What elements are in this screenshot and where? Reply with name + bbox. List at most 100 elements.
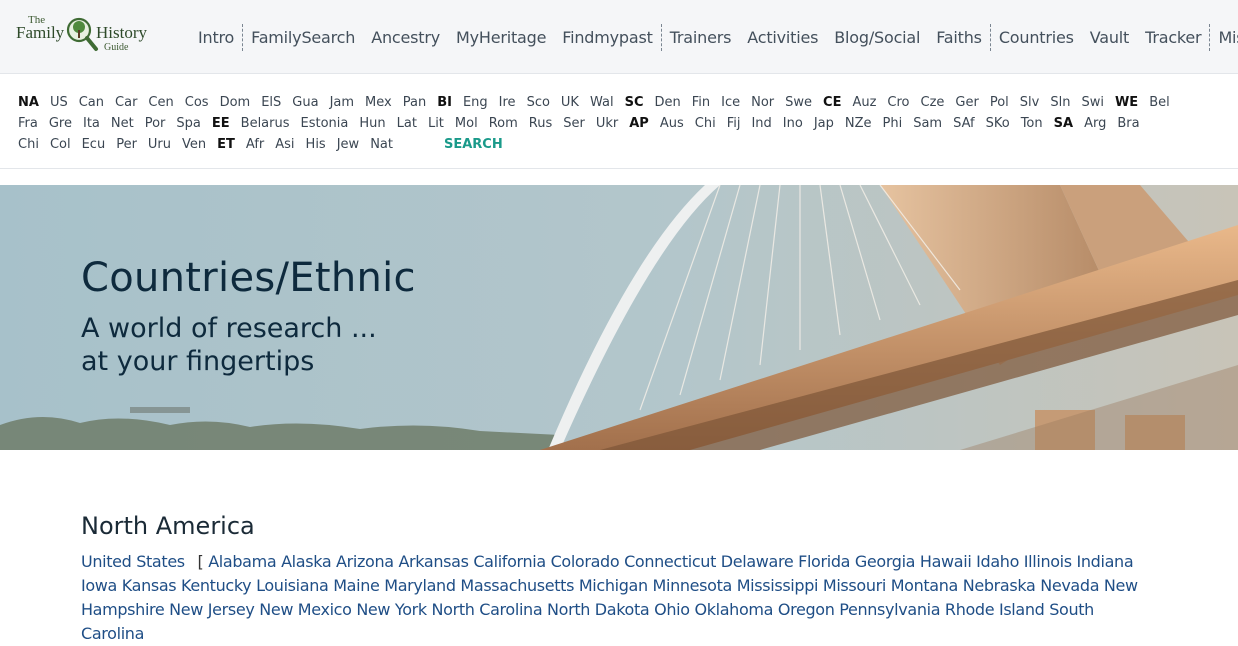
country-code-link-fin[interactable]: Fin bbox=[692, 95, 710, 110]
country-code-link-eng[interactable]: Eng bbox=[463, 95, 488, 110]
nav-item-activities[interactable]: Activities bbox=[739, 24, 826, 51]
state-link-ohio[interactable]: Ohio bbox=[654, 600, 690, 619]
state-link-connecticut[interactable]: Connecticut bbox=[624, 552, 716, 571]
country-code-link-gre[interactable]: Gre bbox=[49, 116, 72, 131]
state-link-montana[interactable]: Montana bbox=[891, 576, 959, 595]
country-code-link-hun[interactable]: Hun bbox=[359, 116, 385, 131]
country-code-link-pan[interactable]: Pan bbox=[403, 95, 426, 110]
country-code-link-cro[interactable]: Cro bbox=[887, 95, 909, 110]
country-code-link-arg[interactable]: Arg bbox=[1084, 116, 1106, 131]
country-code-link-phi[interactable]: Phi bbox=[883, 116, 903, 131]
country-code-link-jew[interactable]: Jew bbox=[337, 137, 359, 152]
country-code-link-sco[interactable]: Sco bbox=[527, 95, 550, 110]
country-code-link-rus[interactable]: Rus bbox=[529, 116, 552, 131]
country-code-link-sln[interactable]: Sln bbox=[1050, 95, 1070, 110]
region-link-sc[interactable]: SC bbox=[625, 95, 644, 110]
state-link-oklahoma[interactable]: Oklahoma bbox=[694, 600, 773, 619]
country-code-link-els[interactable]: ElS bbox=[261, 95, 281, 110]
country-code-link-cen[interactable]: Cen bbox=[148, 95, 173, 110]
state-link-new-york[interactable]: New York bbox=[356, 600, 427, 619]
country-code-link-fra[interactable]: Fra bbox=[18, 116, 38, 131]
country-code-link-jap[interactable]: Jap bbox=[814, 116, 834, 131]
country-code-link-col[interactable]: Col bbox=[50, 137, 71, 152]
nav-item-misc[interactable]: Misc. bbox=[1209, 23, 1238, 51]
region-link-sa[interactable]: SA bbox=[1054, 116, 1073, 131]
region-link-ee[interactable]: EE bbox=[212, 116, 230, 131]
state-link-california[interactable]: California bbox=[473, 552, 546, 571]
country-code-link-den[interactable]: Den bbox=[654, 95, 680, 110]
state-link-louisiana[interactable]: Louisiana bbox=[256, 576, 329, 595]
state-link-north-dakota[interactable]: North Dakota bbox=[547, 600, 650, 619]
country-code-link-us[interactable]: US bbox=[50, 95, 68, 110]
country-code-link-por[interactable]: Por bbox=[145, 116, 166, 131]
country-code-link-chi[interactable]: Chi bbox=[18, 137, 39, 152]
nav-item-ancestry[interactable]: Ancestry bbox=[363, 24, 448, 51]
country-code-link-nor[interactable]: Nor bbox=[751, 95, 774, 110]
country-code-link-ser[interactable]: Ser bbox=[563, 116, 585, 131]
state-link-nevada[interactable]: Nevada bbox=[1040, 576, 1099, 595]
country-code-link-uk[interactable]: UK bbox=[561, 95, 579, 110]
country-code-link-aus[interactable]: Aus bbox=[660, 116, 684, 131]
state-link-massachusetts[interactable]: Massachusetts bbox=[460, 576, 574, 595]
nav-item-vault[interactable]: Vault bbox=[1082, 24, 1137, 51]
country-code-link-lat[interactable]: Lat bbox=[397, 116, 417, 131]
country-code-link-auz[interactable]: Auz bbox=[852, 95, 876, 110]
country-code-link-nze[interactable]: NZe bbox=[845, 116, 872, 131]
country-code-link-cze[interactable]: Cze bbox=[921, 95, 945, 110]
country-code-link-ecu[interactable]: Ecu bbox=[82, 137, 106, 152]
nav-item-familysearch[interactable]: FamilySearch bbox=[242, 23, 363, 51]
country-code-link-saf[interactable]: SAf bbox=[953, 116, 975, 131]
nav-item-faiths[interactable]: Faiths bbox=[928, 24, 990, 51]
country-code-link-mex[interactable]: Mex bbox=[365, 95, 392, 110]
country-code-link-nat[interactable]: Nat bbox=[370, 137, 393, 152]
country-code-link-rom[interactable]: Rom bbox=[489, 116, 518, 131]
country-code-link-pol[interactable]: Pol bbox=[990, 95, 1009, 110]
country-code-link-asi[interactable]: Asi bbox=[275, 137, 294, 152]
state-link-arizona[interactable]: Arizona bbox=[336, 552, 394, 571]
country-code-link-fij[interactable]: Fij bbox=[727, 116, 741, 131]
nav-item-myheritage[interactable]: MyHeritage bbox=[448, 24, 554, 51]
state-link-maine[interactable]: Maine bbox=[333, 576, 380, 595]
region-link-we[interactable]: WE bbox=[1115, 95, 1138, 110]
country-code-link-his[interactable]: His bbox=[306, 137, 326, 152]
state-link-indiana[interactable]: Indiana bbox=[1077, 552, 1134, 571]
nav-item-intro[interactable]: Intro bbox=[190, 24, 242, 51]
state-link-new-jersey[interactable]: New Jersey bbox=[169, 600, 255, 619]
region-link-na[interactable]: NA bbox=[18, 95, 39, 110]
country-code-link-jam[interactable]: Jam bbox=[330, 95, 354, 110]
state-link-kentucky[interactable]: Kentucky bbox=[181, 576, 252, 595]
country-code-link-ice[interactable]: Ice bbox=[721, 95, 740, 110]
country-link-united-states[interactable]: United States bbox=[81, 552, 185, 571]
country-code-link-spa[interactable]: Spa bbox=[176, 116, 200, 131]
region-link-ce[interactable]: CE bbox=[823, 95, 841, 110]
state-link-nebraska[interactable]: Nebraska bbox=[963, 576, 1036, 595]
state-link-iowa[interactable]: Iowa bbox=[81, 576, 117, 595]
nav-item-countries[interactable]: Countries bbox=[989, 23, 1082, 51]
nav-item-tracker[interactable]: Tracker bbox=[1137, 24, 1209, 51]
country-code-link-can[interactable]: Can bbox=[79, 95, 104, 110]
country-code-link-per[interactable]: Per bbox=[116, 137, 137, 152]
state-link-alaska[interactable]: Alaska bbox=[281, 552, 332, 571]
region-link-et[interactable]: ET bbox=[217, 137, 235, 152]
state-link-illinois[interactable]: Illinois bbox=[1024, 552, 1072, 571]
country-code-link-dom[interactable]: Dom bbox=[220, 95, 251, 110]
nav-item-blog-social[interactable]: Blog/Social bbox=[826, 24, 928, 51]
state-link-delaware[interactable]: Delaware bbox=[721, 552, 794, 571]
country-code-link-uru[interactable]: Uru bbox=[148, 137, 171, 152]
country-code-link-mol[interactable]: Mol bbox=[455, 116, 478, 131]
country-code-link-ton[interactable]: Ton bbox=[1021, 116, 1043, 131]
country-code-link-ire[interactable]: Ire bbox=[499, 95, 516, 110]
country-code-link-ukr[interactable]: Ukr bbox=[596, 116, 618, 131]
state-link-kansas[interactable]: Kansas bbox=[122, 576, 177, 595]
country-code-link-bra[interactable]: Bra bbox=[1117, 116, 1139, 131]
search-link[interactable]: SEARCH bbox=[444, 137, 503, 152]
country-code-link-ger[interactable]: Ger bbox=[955, 95, 978, 110]
state-link-oregon[interactable]: Oregon bbox=[778, 600, 835, 619]
state-link-georgia[interactable]: Georgia bbox=[855, 552, 916, 571]
country-code-link-net[interactable]: Net bbox=[111, 116, 134, 131]
state-link-maryland[interactable]: Maryland bbox=[384, 576, 456, 595]
country-code-link-chi[interactable]: Chi bbox=[695, 116, 716, 131]
country-code-link-estonia[interactable]: Estonia bbox=[301, 116, 349, 131]
country-code-link-wal[interactable]: Wal bbox=[590, 95, 614, 110]
country-code-link-ita[interactable]: Ita bbox=[83, 116, 100, 131]
